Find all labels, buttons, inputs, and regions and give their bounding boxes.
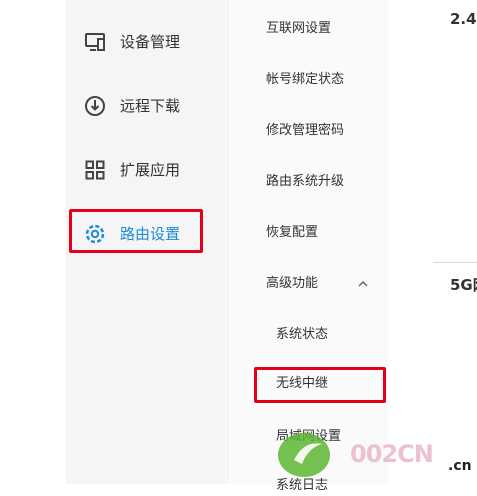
left-margin (0, 0, 66, 484)
band-24g-title: 2.4G (450, 10, 477, 28)
submenu-item-internet-settings[interactable]: 互联网设置 (266, 19, 331, 39)
nav-item-label: 远程下载 (120, 97, 181, 115)
nav-item-remote-download[interactable]: 远程下载 (66, 82, 226, 130)
chevron-up-icon[interactable] (356, 277, 370, 291)
content-area: 2.4G 5G网 (388, 0, 477, 484)
submenu-panel: 互联网设置 帐号绑定状态 修改管理密码 路由系统升级 恢复配置 高级功能 系统状… (227, 0, 389, 493)
monitor-icon (85, 33, 105, 51)
submenu-item-restore-config[interactable]: 恢复配置 (266, 223, 318, 243)
nav-item-label: 设备管理 (120, 33, 181, 51)
nav-item-extensions[interactable]: 扩展应用 (66, 146, 226, 194)
watermark-suffix: .cn (448, 458, 472, 474)
highlight-box-wireless-repeater (254, 367, 386, 403)
leaf-logo-icon (278, 433, 330, 477)
submenu-item-advanced[interactable]: 高级功能 (266, 274, 318, 294)
submenu-item-account-binding[interactable]: 帐号绑定状态 (266, 70, 344, 90)
band-5g-title: 5G网 (450, 276, 477, 294)
highlight-box-router-settings (69, 209, 203, 253)
nav-item-label: 扩展应用 (120, 161, 181, 179)
submenu-item-system-status[interactable]: 系统状态 (276, 325, 328, 345)
section-divider (433, 262, 477, 263)
submenu-item-system-upgrade[interactable]: 路由系统升级 (266, 172, 344, 192)
nav-item-device-management[interactable]: 设备管理 (66, 18, 226, 66)
submenu-item-change-password[interactable]: 修改管理密码 (266, 121, 344, 141)
apps-grid-icon (85, 160, 105, 180)
watermark: 002CN .cn (270, 422, 477, 484)
watermark-text: 002CN (350, 440, 434, 468)
download-icon (85, 96, 105, 116)
